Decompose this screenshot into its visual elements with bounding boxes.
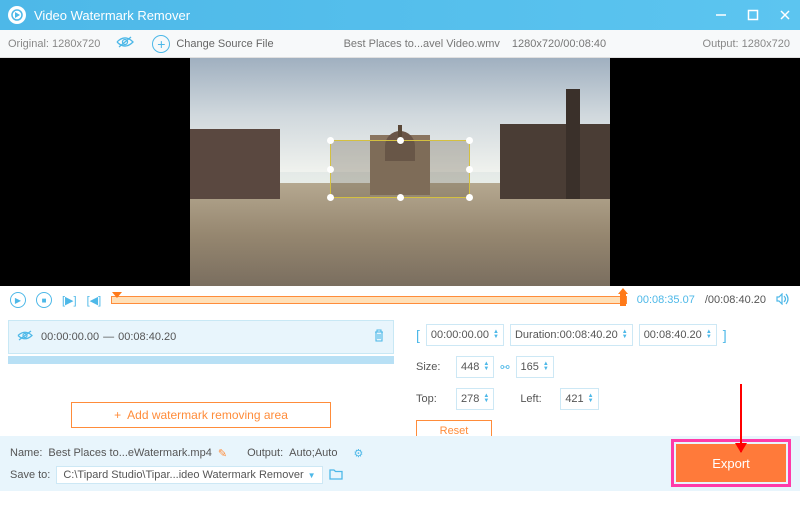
resize-handle[interactable]	[327, 194, 334, 201]
app-title: Video Watermark Remover	[34, 8, 714, 23]
left-input[interactable]: 421▲▼	[560, 388, 598, 410]
close-button[interactable]	[778, 8, 792, 22]
add-area-label: Add watermark removing area	[127, 408, 288, 422]
current-time: 00:08:35.07	[637, 294, 695, 306]
source-fileinfo: 1280x720/00:08:40	[512, 38, 606, 50]
properties-panel: [ 00:00:00.00▲▼ Duration:00:08:40.20▲▼ 0…	[402, 314, 800, 436]
output-settings-icon[interactable]: ⚙	[353, 447, 363, 460]
output-format: Auto;Auto	[289, 447, 337, 459]
save-path-dropdown[interactable]: C:\Tipard Studio\Tipar...ideo Watermark …	[56, 466, 322, 484]
segment-end: 00:08:40.20	[118, 331, 176, 343]
resize-handle[interactable]	[466, 194, 473, 201]
watermark-selection[interactable]	[330, 140, 470, 198]
resize-handle[interactable]	[327, 137, 334, 144]
link-aspect-icon[interactable]: ⚯	[500, 361, 509, 374]
change-source-button[interactable]: + Change Source File	[142, 35, 283, 53]
stop-button[interactable]: ■	[36, 292, 52, 308]
end-time-input[interactable]: 00:08:40.20▲▼	[639, 324, 717, 346]
spinner-icon[interactable]: ▲▼	[483, 362, 489, 372]
resize-handle[interactable]	[327, 166, 334, 173]
video-frame[interactable]	[190, 58, 610, 286]
duration-input[interactable]: Duration:00:08:40.20▲▼	[510, 324, 633, 346]
width-input[interactable]: 448▲▼	[456, 356, 494, 378]
volume-icon[interactable]	[776, 293, 790, 308]
output-label: Output:	[247, 447, 283, 459]
dropdown-icon: ▼	[308, 471, 316, 480]
save-to-label: Save to:	[10, 469, 50, 481]
size-label: Size:	[416, 361, 450, 373]
playback-bar: ▶ ■ [▶] [◀] 00:08:35.07/00:08:40.20	[0, 286, 800, 314]
plus-icon: +	[152, 35, 170, 53]
total-time: /00:08:40.20	[705, 294, 766, 306]
resize-handle[interactable]	[397, 137, 404, 144]
resize-handle[interactable]	[466, 166, 473, 173]
source-filename: Best Places to...avel Video.wmv	[344, 38, 500, 50]
segment-range-bar[interactable]	[8, 356, 394, 364]
export-button[interactable]: Export	[676, 444, 786, 482]
resize-handle[interactable]	[397, 194, 404, 201]
output-name: Best Places to...eWatermark.mp4	[48, 447, 211, 459]
video-preview	[0, 58, 800, 286]
spinner-icon[interactable]: ▲▼	[588, 394, 594, 404]
add-watermark-area-button[interactable]: + Add watermark removing area	[71, 402, 331, 428]
start-time-input[interactable]: 00:00:00.00▲▼	[426, 324, 504, 346]
name-label: Name:	[10, 447, 42, 459]
minimize-button[interactable]	[714, 8, 728, 22]
bracket-close-icon[interactable]: ]	[723, 327, 727, 343]
left-label: Left:	[520, 393, 554, 405]
edit-name-icon[interactable]: ✎	[218, 447, 227, 460]
open-folder-icon[interactable]	[329, 468, 345, 483]
save-path: C:\Tipard Studio\Tipar...ideo Watermark …	[63, 469, 303, 481]
toolbar: Original: 1280x720 + Change Source File …	[0, 30, 800, 58]
resize-handle[interactable]	[466, 137, 473, 144]
spinner-icon[interactable]: ▲▼	[493, 330, 499, 340]
segments-panel: 00:00:00.00 — 00:08:40.20 + Add watermar…	[0, 314, 402, 436]
top-label: Top:	[416, 393, 450, 405]
play-button[interactable]: ▶	[10, 292, 26, 308]
spinner-icon[interactable]: ▲▼	[622, 330, 628, 340]
timeline-start-marker[interactable]	[112, 292, 122, 298]
output-resolution: Output: 1280x720	[703, 38, 800, 50]
spinner-icon[interactable]: ▲▼	[706, 330, 712, 340]
delete-segment-icon[interactable]	[373, 329, 385, 345]
preview-toggle-icon[interactable]	[116, 36, 134, 51]
spinner-icon[interactable]: ▲▼	[483, 394, 489, 404]
mark-in-button[interactable]: [▶]	[62, 294, 77, 307]
spinner-icon[interactable]: ▲▼	[543, 362, 549, 372]
bracket-open-icon[interactable]: [	[416, 327, 420, 343]
change-source-label: Change Source File	[176, 38, 273, 50]
footer: Name: Best Places to...eWatermark.mp4 ✎ …	[0, 436, 800, 491]
height-input[interactable]: 165▲▼	[516, 356, 554, 378]
maximize-button[interactable]	[746, 8, 760, 22]
original-resolution: Original: 1280x720	[0, 38, 108, 50]
segment-start: 00:00:00.00	[41, 331, 99, 343]
app-logo-icon	[8, 6, 26, 24]
segment-sep: —	[103, 331, 114, 343]
mark-out-button[interactable]: [◀]	[87, 294, 102, 307]
top-input[interactable]: 278▲▼	[456, 388, 494, 410]
segment-visibility-icon[interactable]	[17, 330, 33, 344]
timeline-slider[interactable]	[111, 296, 627, 304]
plus-icon: +	[114, 408, 121, 422]
title-bar: Video Watermark Remover	[0, 0, 800, 30]
segment-item[interactable]: 00:00:00.00 — 00:08:40.20	[8, 320, 394, 354]
timeline-end-marker[interactable]	[620, 292, 626, 306]
